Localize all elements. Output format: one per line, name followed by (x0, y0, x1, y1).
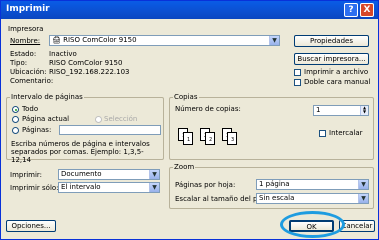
collate-page-icon: 1 (183, 132, 193, 145)
type-label: Tipo: (10, 59, 28, 67)
printer-name-select[interactable]: 🖨 RISO ComColor 9150 ▼ (49, 35, 280, 46)
copies-count-value: 1 (316, 106, 321, 114)
printer-name-label: Nombre: (10, 37, 41, 45)
manual-duplex-checkbox[interactable] (294, 79, 301, 86)
chevron-down-icon: ▼ (149, 170, 159, 179)
location-label: Ubicación: (10, 68, 47, 76)
window-title: Imprimir (6, 4, 50, 14)
page-range-group: Intervalo de páginas Todo Página actual … (6, 93, 164, 164)
range-current-radio[interactable] (12, 116, 19, 123)
spin-arrows-icon[interactable]: ▲ ▼ (360, 106, 368, 115)
chevron-down-icon: ▼ (358, 180, 368, 189)
print-only-select[interactable]: El intervalo ▼ (58, 182, 160, 193)
page-range-group-label: Intervalo de páginas (10, 93, 84, 101)
printer-group-label: Impresora (8, 25, 44, 33)
manual-duplex-label: Doble cara manual (304, 78, 371, 86)
print-to-file-checkbox[interactable] (294, 69, 301, 76)
type-value: RISO ComColor 9150 (49, 59, 123, 67)
print-dialog: Imprimir ? X Impresora Nombre: 🖨 RISO Co… (0, 0, 379, 240)
zoom-group-label: Zoom (173, 163, 196, 171)
pages-per-sheet-value: 1 página (259, 180, 290, 188)
range-all-label: Todo (22, 105, 39, 113)
range-pages-radio[interactable] (12, 127, 19, 134)
zoom-group: Zoom Páginas por hoja: 1 página ▼ Escala… (169, 163, 374, 209)
range-selection-label: Selección (104, 115, 138, 123)
state-label: Estado: (10, 50, 37, 58)
find-printer-button[interactable]: Buscar impresora... (294, 53, 369, 65)
print-what-label: Imprimir: (10, 171, 43, 179)
range-selection-radio (95, 116, 102, 123)
printer-name-value: RISO ComColor 9150 (63, 36, 137, 44)
scale-value: Sin escala (259, 194, 295, 202)
range-pages-input[interactable] (59, 125, 161, 135)
range-pages-label: Páginas: (22, 126, 52, 134)
chevron-down-icon: ▼ (149, 183, 159, 192)
location-value: RISO_192.168.222.103 (49, 68, 130, 76)
state-value: Inactivo (49, 50, 77, 58)
range-current-label: Página actual (22, 115, 70, 123)
title-bar: Imprimir ? X (1, 1, 378, 19)
collate-checkbox[interactable] (319, 130, 326, 137)
scale-select[interactable]: Sin escala ▼ (256, 193, 369, 204)
properties-button[interactable]: Propiedades (294, 35, 369, 47)
printer-icon: 🖨 (52, 36, 61, 44)
range-all-radio[interactable] (12, 106, 19, 113)
collate-label: Intercalar (329, 129, 363, 137)
chevron-down-icon: ▼ (358, 194, 368, 203)
print-what-select[interactable]: Documento ▼ (58, 169, 160, 180)
close-button[interactable]: X (360, 3, 374, 17)
collate-page-icon: 2 (205, 132, 215, 145)
print-to-file-label: Imprimir a archivo (304, 68, 369, 76)
pages-per-sheet-label: Páginas por hoja: (175, 181, 236, 189)
chevron-down-icon: ▼ (269, 36, 279, 45)
copies-group: Copias Número de copias: 1 ▲▼ 1 1 2 2 3 … (169, 93, 374, 160)
ok-highlight-circle (280, 211, 345, 238)
print-only-label: Imprimir sólo: (10, 184, 59, 192)
copies-group-label: Copias (173, 93, 199, 101)
print-only-value: El intervalo (61, 183, 101, 191)
print-what-value: Documento (61, 170, 102, 178)
options-button[interactable]: Opciones... (6, 220, 56, 232)
pages-per-sheet-select[interactable]: 1 página ▼ (256, 179, 369, 190)
collate-page-icon: 3 (227, 132, 237, 145)
help-button[interactable]: ? (344, 3, 358, 17)
comment-label: Comentario: (10, 77, 54, 85)
copies-count-label: Número de copias: (175, 105, 241, 113)
printer-group: Impresora Nombre: 🖨 RISO ComColor 9150 ▼… (5, 25, 374, 92)
range-hint: Escriba números de página e intervalos s… (11, 140, 150, 164)
copies-count-input[interactable]: 1 ▲ ▼ (313, 105, 369, 116)
